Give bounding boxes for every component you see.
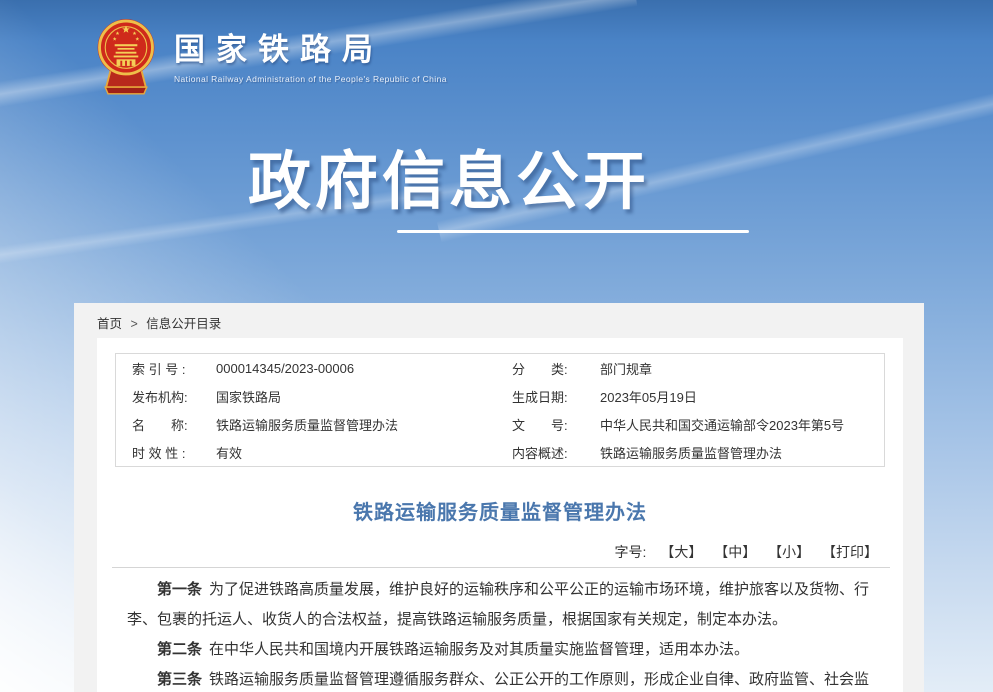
font-size-large-button[interactable]: 【大】 [660, 544, 702, 560]
meta-value-index-number: 000014345/2023-00006 [216, 354, 496, 382]
banner-title-underline [397, 230, 749, 233]
meta-label-category: 分 类: [496, 354, 600, 382]
article-container: 索 引 号 : 000014345/2023-00006 分 类: 部门规章 发… [97, 338, 903, 692]
article-paragraph-1-text: 为了促进铁路高质量发展，维护良好的运输秩序和公平公正的运输市场环境，维护旅客以及… [127, 581, 869, 628]
font-size-label: 字号: [615, 544, 647, 560]
meta-label-issuing-agency: 发布机构: [116, 382, 216, 410]
article-paragraph-2-text: 在中华人民共和国境内开展铁路运输服务及对其质量实施监督管理，适用本办法。 [209, 641, 749, 658]
font-size-medium-button[interactable]: 【中】 [714, 544, 756, 560]
breadcrumb-current-link[interactable]: 信息公开目录 [146, 317, 221, 331]
meta-value-summary: 铁路运输服务质量监督管理办法 [600, 438, 884, 466]
article-clause-2: 第二条 [157, 641, 202, 658]
article-body: 第一条为了促进铁路高质量发展，维护良好的运输秩序和公平公正的运输市场环境，维护旅… [127, 575, 877, 692]
page: 国家铁路局 National Railway Administration of… [0, 0, 993, 692]
article-paragraph-1: 第一条为了促进铁路高质量发展，维护良好的运输秩序和公平公正的运输市场环境，维护旅… [127, 575, 877, 635]
article-paragraph-2: 第二条在中华人民共和国境内开展铁路运输服务及对其质量实施监督管理，适用本办法。 [127, 635, 877, 665]
breadcrumb-home-link[interactable]: 首页 [97, 317, 122, 331]
site-name-english: National Railway Administration of the P… [174, 74, 447, 84]
banner-title: 政府信息公开 [248, 131, 650, 222]
meta-value-issuing-agency: 国家铁路局 [216, 382, 496, 410]
meta-value-issue-date: 2023年05月19日 [600, 382, 884, 410]
font-size-small-button[interactable]: 【小】 [768, 544, 810, 560]
meta-value-title: 铁路运输服务质量监督管理办法 [216, 410, 496, 438]
site-name: 国家铁路局 [174, 24, 447, 69]
meta-value-doc-number: 中华人民共和国交通运输部令2023年第5号 [600, 410, 884, 438]
meta-table: 索 引 号 : 000014345/2023-00006 分 类: 部门规章 发… [115, 353, 885, 467]
meta-value-validity: 有效 [216, 438, 496, 466]
article-clause-1: 第一条 [157, 581, 202, 598]
article-paragraph-3-text: 铁路运输服务质量监督管理遵循服务群众、公正公开的工作原则，形成企业自律、政府监管… [127, 671, 869, 692]
site-logo-link[interactable]: 国家铁路局 National Railway Administration of… [92, 16, 447, 96]
toolbar-divider [112, 567, 890, 568]
font-size-toolbar: 字号: 【大】 【中】 【小】 【打印】 [615, 542, 878, 562]
print-button[interactable]: 【打印】 [822, 544, 878, 560]
article-paragraph-3: 第三条铁路运输服务质量监督管理遵循服务群众、公正公开的工作原则，形成企业自律、政… [127, 665, 877, 692]
meta-label-doc-number: 文 号: [496, 410, 600, 438]
meta-label-issue-date: 生成日期: [496, 382, 600, 410]
meta-value-category: 部门规章 [600, 354, 884, 382]
breadcrumb-separator: > [131, 317, 138, 331]
national-emblem-icon [92, 16, 160, 96]
meta-label-summary: 内容概述: [496, 438, 600, 466]
article-clause-3: 第三条 [157, 671, 202, 688]
content-panel: 首页 > 信息公开目录 索 引 号 : 000014345/2023-00006… [74, 303, 924, 692]
meta-label-validity: 时 效 性 : [116, 438, 216, 466]
breadcrumb: 首页 > 信息公开目录 [97, 313, 221, 332]
article-title: 铁路运输服务质量监督管理办法 [97, 496, 903, 525]
meta-label-index-number: 索 引 号 : [116, 354, 216, 382]
meta-label-title: 名 称: [116, 410, 216, 438]
